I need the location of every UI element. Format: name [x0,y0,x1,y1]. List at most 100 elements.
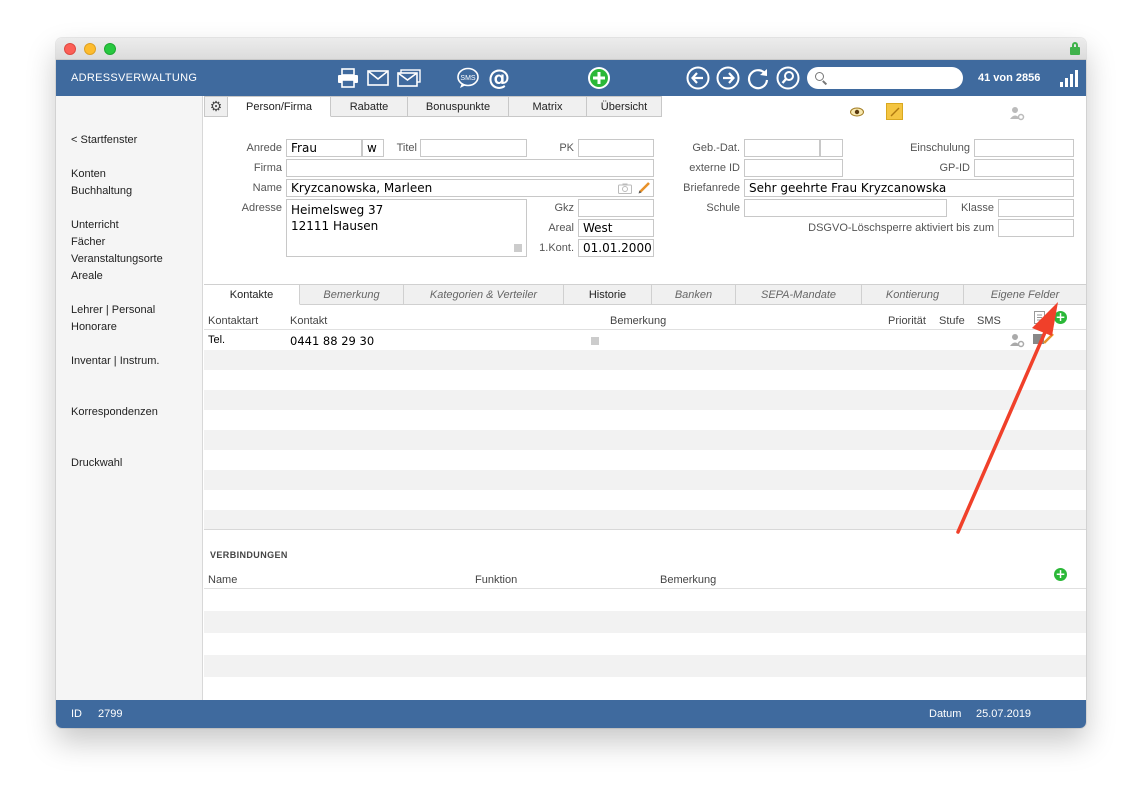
tab-bonuspunkte[interactable]: Bonuspunkte [408,96,509,117]
note-icon [514,244,522,252]
sidebar-item-unterricht[interactable]: Unterricht [71,219,119,231]
sidebar-item-inventar[interactable]: Inventar | Instrum. [71,355,159,367]
sidebar-item-veranstaltungsorte[interactable]: Veranstaltungsorte [71,253,163,265]
search-input[interactable] [831,70,956,86]
at-icon[interactable]: @ [487,66,511,91]
title-bar [56,38,1086,60]
close-window-button[interactable] [64,43,76,55]
pencil-icon[interactable] [1042,332,1055,348]
tab-uebersicht[interactable]: Übersicht [587,96,662,117]
note-icon[interactable] [591,337,599,345]
envelope-icon[interactable] [366,66,390,90]
status-datum-label: Datum [929,708,962,720]
table-row-empty [204,611,1086,633]
app-title: ADRESSVERWALTUNG [71,72,198,84]
tab-person-firma[interactable]: Person/Firma [228,96,331,117]
user-settings-icon[interactable] [1009,333,1025,351]
anrede-field[interactable]: Frau [286,139,362,157]
label-klasse: Klasse [960,202,994,214]
externe-id-field[interactable] [744,159,843,177]
app-window: ADRESSVERWALTUNG SMS @ 41 von 2856 < Sta… [56,38,1086,728]
cell-kontaktart: Tel. [208,334,226,346]
search-field[interactable] [807,67,963,89]
pencil-icon[interactable] [638,181,651,197]
cell-kontakt: 0441 88 29 30 [290,334,375,348]
gender-field[interactable]: w [362,139,384,157]
gp-id-field[interactable] [974,159,1074,177]
envelopes-icon[interactable] [397,66,421,90]
user-settings-icon[interactable] [1009,105,1025,124]
subtab-sepa-mandate[interactable]: SEPA-Mandate [736,285,862,305]
label-einschulung: Einschulung [910,142,970,154]
refresh-icon[interactable] [746,66,770,90]
forward-arrow-icon[interactable] [716,66,740,90]
areal-field[interactable]: West [578,219,654,237]
dsgvo-field[interactable] [998,219,1074,237]
add-connection-icon[interactable]: + [1054,568,1067,581]
table-row-empty [204,470,1086,490]
sidebar-item-startfenster[interactable]: < Startfenster [71,134,137,146]
sidebar-item-korrespondenzen[interactable]: Korrespondenzen [71,406,158,418]
sidebar-item-areale[interactable]: Areale [71,270,103,282]
label-titel: Titel [396,142,417,154]
subtab-banken[interactable]: Banken [652,285,736,305]
subtab-bemerkung[interactable]: Bemerkung [300,285,404,305]
titel-field[interactable] [420,139,527,157]
label-firma: Firma [253,162,282,174]
erstkontakt-field[interactable]: 01.01.2000 [578,239,654,257]
geb-dat-field[interactable] [744,139,820,157]
briefanrede-field[interactable]: Sehr geehrte Frau Kryzcanowska [744,179,1074,197]
table-row-empty [204,430,1086,450]
schule-field[interactable] [744,199,947,217]
sidebar-item-konten[interactable]: Konten [71,168,106,180]
table-row[interactable]: Tel. 0441 88 29 30 [204,330,1086,350]
list-icon[interactable] [1034,311,1045,324]
minimize-window-button[interactable] [84,43,96,55]
main-content: ⚙ Person/Firma Rabatte Bonuspunkte Matri… [204,96,1086,700]
sidebar-item-buchhaltung[interactable]: Buchhaltung [71,185,132,197]
label-externe-id: externe ID [689,162,740,174]
add-contact-icon[interactable]: + [1054,311,1067,324]
sms-icon[interactable]: SMS [456,66,480,90]
sidebar-item-faecher[interactable]: Fächer [71,236,105,248]
tab-rabatte[interactable]: Rabatte [331,96,408,117]
sidebar-item-lehrer-personal[interactable]: Lehrer | Personal [71,304,155,316]
printer-icon[interactable] [336,66,360,90]
label-pk: PK [559,142,574,154]
name-field[interactable]: Kryzcanowska, Marleen [286,179,654,197]
search-magnifier-icon[interactable] [776,66,800,90]
firma-field[interactable] [286,159,654,177]
camera-icon[interactable] [618,183,632,197]
status-bar: ID 2799 Datum 25.07.2019 [56,700,1086,728]
subtab-historie[interactable]: Historie [564,285,652,305]
add-record-icon[interactable] [587,66,611,90]
klasse-field[interactable] [998,199,1074,217]
sidebar-item-druckwahl[interactable]: Druckwahl [71,457,122,469]
pk-field[interactable] [578,139,654,157]
name-value: Kryzcanowska, Marleen [291,181,433,195]
col-bemerkung: Bemerkung [660,574,717,586]
zoom-window-button[interactable] [104,43,116,55]
col-sms: SMS [977,315,1001,327]
subtab-eigene-felder[interactable]: Eigene Felder [964,285,1086,305]
gear-icon[interactable]: ⚙ [204,96,228,117]
age-field[interactable] [820,139,843,157]
label-adresse: Adresse [241,202,282,214]
eye-icon[interactable] [850,106,864,120]
label-briefanrede: Briefanrede [683,182,740,194]
label-erstkontakt: 1.Kont. [539,242,574,254]
einschulung-field[interactable] [974,139,1074,157]
subtab-kontierung[interactable]: Kontierung [862,285,964,305]
sidebar-item-honorare[interactable]: Honorare [71,321,117,333]
adresse-field[interactable]: Heimelsweg 37 12111 Hausen [286,199,527,257]
label-anrede: Anrede [246,142,282,154]
table-row-empty [204,350,1086,370]
subtab-kontakte[interactable]: Kontakte [204,285,300,305]
col-stufe: Stufe [939,315,965,327]
gkz-field[interactable] [578,199,654,217]
back-arrow-icon[interactable] [686,66,710,90]
tab-matrix[interactable]: Matrix [509,96,587,117]
col-bemerkung: Bemerkung [610,315,667,327]
subtab-kategorien[interactable]: Kategorien & Verteiler [404,285,564,305]
sticky-note-icon[interactable] [886,103,903,120]
